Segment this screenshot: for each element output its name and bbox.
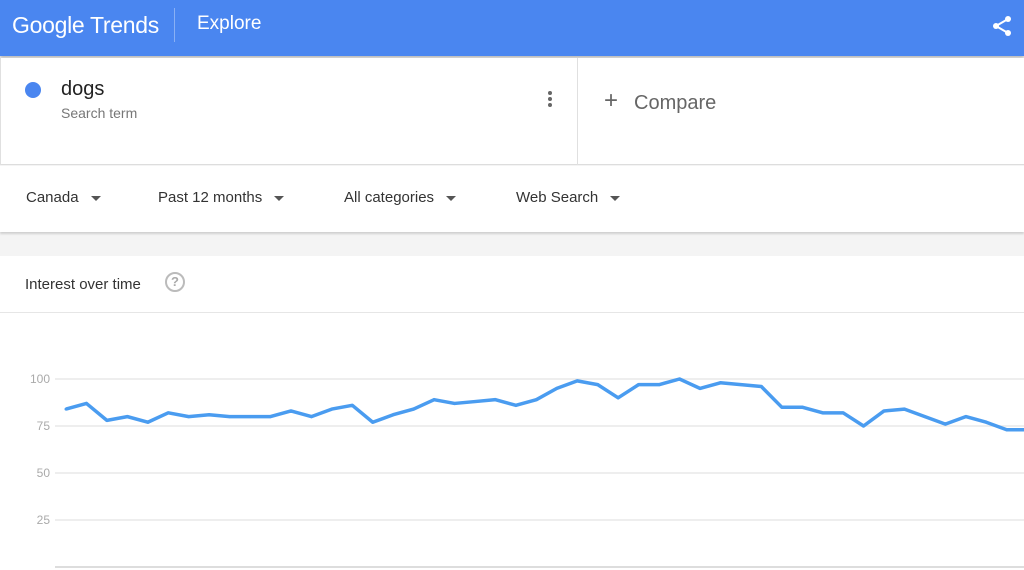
interest-chart: 25 50 75 100: [30, 372, 1024, 568]
y-tick-label: 75: [37, 419, 51, 433]
data-point[interactable]: [269, 415, 272, 419]
filter-label: Web Search: [516, 189, 599, 206]
google-trends-logo[interactable]: Google Trends: [12, 12, 159, 39]
data-point[interactable]: [187, 415, 191, 419]
data-point[interactable]: [289, 409, 293, 413]
data-point[interactable]: [821, 411, 825, 415]
data-point[interactable]: [514, 403, 518, 407]
data-point[interactable]: [125, 415, 129, 419]
data-point[interactable]: [166, 411, 170, 415]
plus-icon: +: [604, 87, 619, 114]
search-term-card[interactable]: dogs Search term: [0, 58, 578, 165]
compare-label: Compare: [634, 92, 717, 114]
data-point[interactable]: [637, 383, 641, 387]
data-point[interactable]: [984, 420, 988, 424]
dropdown-caret-icon: [446, 195, 457, 201]
header-divider: [174, 8, 175, 42]
y-tick-label: 25: [37, 513, 51, 527]
data-point[interactable]: [698, 386, 702, 390]
data-point[interactable]: [248, 415, 252, 419]
data-point[interactable]: [1005, 428, 1009, 432]
data-point[interactable]: [780, 405, 784, 409]
data-point[interactable]: [453, 401, 457, 405]
data-point[interactable]: [718, 381, 722, 385]
data-point[interactable]: [678, 377, 681, 381]
data-point[interactable]: [350, 403, 354, 407]
filter-search-type[interactable]: Web Search: [516, 189, 621, 206]
filter-label: Canada: [26, 189, 79, 206]
data-point[interactable]: [534, 398, 538, 402]
data-point[interactable]: [862, 424, 866, 428]
data-point[interactable]: [841, 411, 845, 415]
data-point[interactable]: [575, 379, 579, 383]
page-title: Explore: [197, 13, 262, 34]
data-point[interactable]: [412, 407, 416, 411]
compare-button[interactable]: + Compare: [604, 87, 717, 116]
search-terms-bar: dogs Search term + Compare: [0, 58, 1024, 165]
data-point[interactable]: [473, 400, 477, 404]
data-point[interactable]: [371, 420, 375, 424]
data-point[interactable]: [943, 422, 947, 426]
data-point[interactable]: [391, 413, 395, 417]
filter-category[interactable]: All categories: [344, 189, 457, 206]
data-point[interactable]: [800, 405, 804, 409]
term-type: Search term: [61, 105, 138, 121]
data-point[interactable]: [616, 396, 620, 400]
data-point[interactable]: [657, 383, 661, 387]
filter-label: Past 12 months: [158, 189, 263, 206]
data-point[interactable]: [555, 386, 559, 390]
data-point[interactable]: [207, 413, 211, 417]
data-point[interactable]: [330, 407, 334, 411]
dropdown-caret-icon: [610, 195, 621, 201]
data-point[interactable]: [882, 409, 886, 413]
dropdown-caret-icon: [274, 195, 285, 201]
app-header: Google Trends Explore: [0, 0, 1024, 56]
data-point[interactable]: [596, 383, 600, 387]
y-tick-label: 100: [30, 372, 50, 386]
data-point[interactable]: [964, 415, 968, 419]
share-icon[interactable]: [990, 14, 1014, 38]
y-tick-label: 50: [37, 466, 51, 480]
series-line[interactable]: [65, 377, 1024, 432]
data-point[interactable]: [105, 418, 109, 422]
data-point[interactable]: [493, 398, 497, 402]
term-name[interactable]: dogs: [61, 78, 104, 101]
filter-label: All categories: [344, 189, 435, 206]
filter-region[interactable]: Canada: [26, 189, 101, 206]
more-vert-icon[interactable]: [541, 89, 559, 111]
data-point[interactable]: [228, 415, 232, 419]
data-point[interactable]: [84, 401, 88, 405]
dropdown-caret-icon: [90, 195, 101, 201]
data-point[interactable]: [309, 415, 313, 419]
term-color-dot: [25, 82, 41, 98]
data-point[interactable]: [902, 407, 906, 411]
data-point[interactable]: [739, 383, 743, 387]
data-point[interactable]: [432, 398, 436, 402]
data-point[interactable]: [146, 420, 150, 424]
data-point[interactable]: [64, 407, 68, 411]
data-point[interactable]: [759, 385, 763, 389]
filter-bar: Canada Past 12 months All categories Web…: [0, 166, 1024, 232]
filter-time[interactable]: Past 12 months: [158, 189, 285, 206]
data-point[interactable]: [923, 415, 927, 419]
